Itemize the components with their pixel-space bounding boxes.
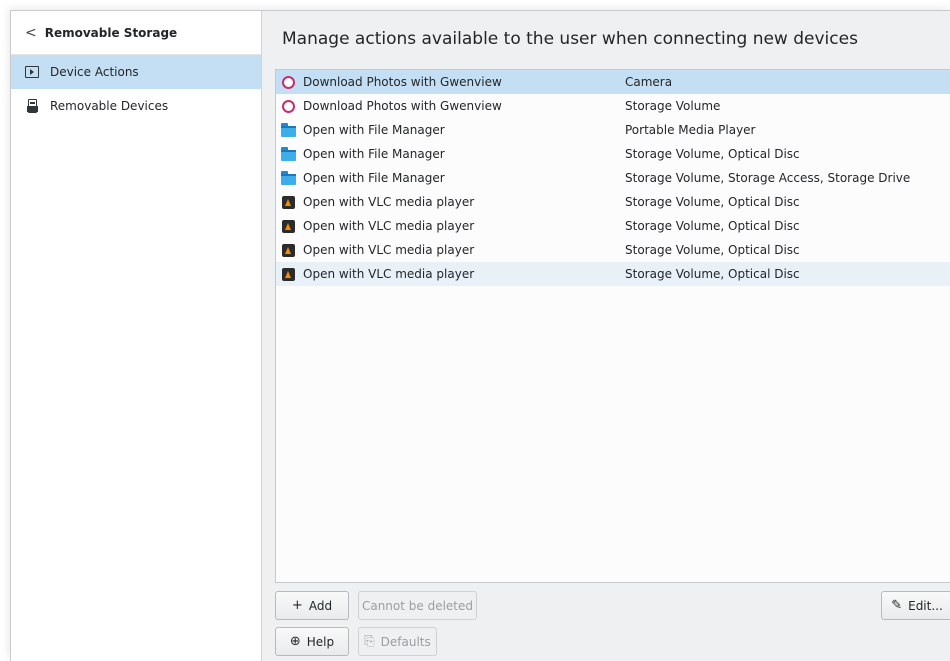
- back-button[interactable]: < Removable Storage: [11, 11, 261, 55]
- vlc-icon: [280, 266, 296, 282]
- folder-icon: [280, 170, 296, 186]
- defaults-icon: ⎘: [364, 634, 375, 649]
- sidebar-item-label: Removable Devices: [50, 99, 169, 113]
- action-name: Open with File Manager: [303, 171, 445, 185]
- action-name: Open with VLC media player: [303, 219, 475, 233]
- action-devices: Camera: [625, 75, 673, 89]
- table-row[interactable]: Download Photos with Gwenview Camera: [276, 70, 950, 94]
- table-row[interactable]: Open with VLC media player Storage Volum…: [276, 262, 950, 286]
- device-actions-icon: [24, 66, 40, 78]
- system-settings-window: < Removable Storage Device Actions Remov…: [10, 10, 950, 661]
- gwenview-icon: [280, 74, 296, 90]
- delete-button[interactable]: Cannot be deleted: [358, 591, 477, 620]
- table-row[interactable]: Open with File Manager Portable Media Pl…: [276, 118, 950, 142]
- table-row[interactable]: Open with File Manager Storage Volume, O…: [276, 142, 950, 166]
- action-name: Open with File Manager: [303, 123, 445, 137]
- action-devices: Storage Volume: [625, 99, 721, 113]
- gwenview-icon: [280, 98, 296, 114]
- table-row[interactable]: Open with VLC media player Storage Volum…: [276, 238, 950, 262]
- action-devices: Storage Volume, Optical Disc: [625, 219, 800, 233]
- defaults-button-label: Defaults: [380, 634, 431, 649]
- defaults-button[interactable]: ⎘ Defaults: [358, 627, 437, 656]
- action-devices: Storage Volume, Optical Disc: [625, 147, 800, 161]
- vlc-icon: [280, 218, 296, 234]
- usb-drive-icon: [24, 99, 40, 113]
- add-button[interactable]: + Add: [275, 591, 349, 620]
- pencil-icon: ✎: [891, 598, 903, 613]
- sidebar-item-device-actions[interactable]: Device Actions: [11, 55, 261, 89]
- action-devices: Storage Volume, Optical Disc: [625, 243, 800, 257]
- action-devices: Portable Media Player: [625, 123, 756, 137]
- action-name: Open with VLC media player: [303, 267, 475, 281]
- help-button-label: Help: [306, 634, 335, 649]
- main-panel: Manage actions available to the user whe…: [262, 11, 950, 661]
- vlc-icon: [280, 242, 296, 258]
- edit-button-label: Edit...: [908, 598, 943, 613]
- sidebar-item-label: Device Actions: [50, 65, 139, 79]
- delete-button-label: Cannot be deleted: [361, 598, 474, 613]
- plus-icon: +: [291, 598, 303, 613]
- action-name: Download Photos with Gwenview: [303, 75, 502, 89]
- vlc-icon: [280, 194, 296, 210]
- action-name: Download Photos with Gwenview: [303, 99, 502, 113]
- action-devices: Storage Volume, Optical Disc: [625, 267, 800, 281]
- add-button-label: Add: [308, 598, 333, 613]
- table-row[interactable]: Open with File Manager Storage Volume, S…: [276, 166, 950, 190]
- table-row[interactable]: Open with VLC media player Storage Volum…: [276, 214, 950, 238]
- help-button[interactable]: ⊕ Help: [275, 627, 349, 656]
- help-lifebuoy-icon: ⊕: [289, 634, 301, 649]
- actions-list[interactable]: Download Photos with Gwenview Camera Dow…: [275, 69, 950, 583]
- sidebar-item-removable-devices[interactable]: Removable Devices: [11, 89, 261, 123]
- page-title: Manage actions available to the user whe…: [282, 29, 858, 49]
- table-row[interactable]: Open with VLC media player Storage Volum…: [276, 190, 950, 214]
- folder-icon: [280, 122, 296, 138]
- action-devices: Storage Volume, Storage Access, Storage …: [625, 171, 911, 185]
- sidebar-header-label: Removable Storage: [44, 25, 178, 40]
- chevron-left-icon: <: [25, 24, 37, 41]
- sidebar: < Removable Storage Device Actions Remov…: [11, 11, 262, 661]
- action-name: Open with File Manager: [303, 147, 445, 161]
- table-row[interactable]: Download Photos with Gwenview Storage Vo…: [276, 94, 950, 118]
- action-name: Open with VLC media player: [303, 195, 475, 209]
- edit-button[interactable]: ✎ Edit...: [881, 591, 950, 620]
- action-name: Open with VLC media player: [303, 243, 475, 257]
- folder-icon: [280, 146, 296, 162]
- action-devices: Storage Volume, Optical Disc: [625, 195, 800, 209]
